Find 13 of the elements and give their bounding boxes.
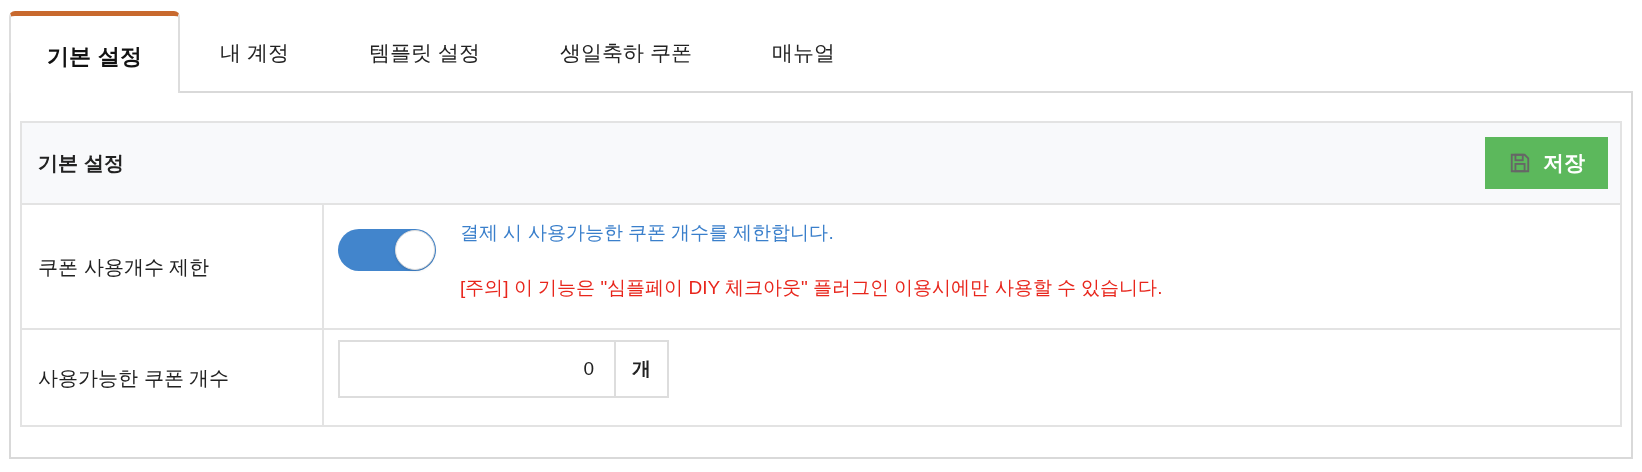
tab[interactable]: 생일축하 쿠폰 xyxy=(519,11,732,91)
row-label: 사용가능한 쿠폰 개수 xyxy=(38,365,230,391)
description-text: 결제 시 사용가능한 쿠폰 개수를 제한합니다. xyxy=(460,221,835,245)
panel-title: 기본 설정 xyxy=(38,151,124,176)
tab[interactable]: 기본 설정 xyxy=(9,11,180,93)
toggle-switch[interactable] xyxy=(338,229,436,271)
tab[interactable]: 템플릿 설정 xyxy=(328,11,520,91)
tab[interactable]: 내 계정 xyxy=(180,11,329,91)
unit-label: 개 xyxy=(616,340,669,398)
row-label: 쿠폰 사용개수 제한 xyxy=(38,254,210,280)
tab[interactable]: 매뉴얼 xyxy=(731,11,875,91)
number-field[interactable]: 0 xyxy=(338,340,616,398)
warning-text: [주의] 이 기능은 "심플페이 DIY 체크아웃" 플러그인 이용시에만 사용할 수 있습니다. xyxy=(460,275,1163,300)
